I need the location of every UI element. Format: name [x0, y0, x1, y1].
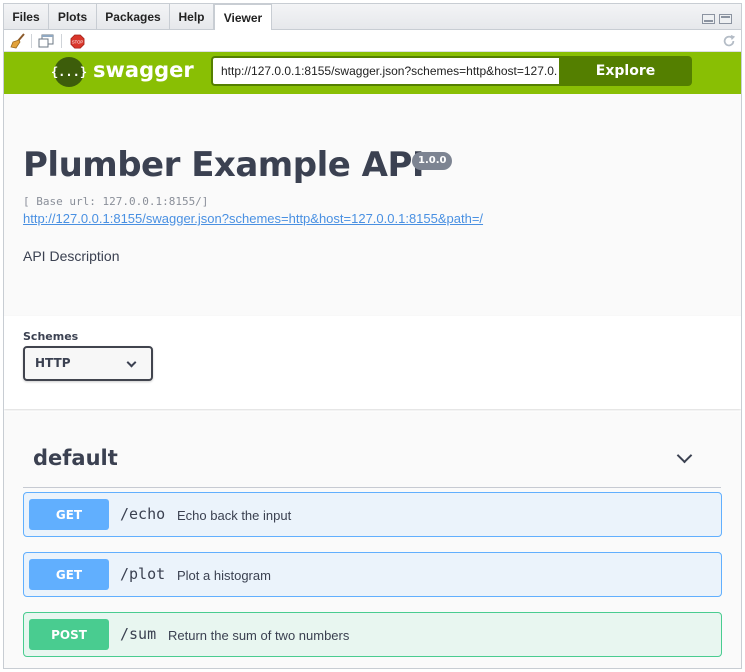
schemes-section: Schemes HTTP [4, 316, 741, 409]
api-info: Plumber Example API 1.0.0 [ Base url: 12… [4, 94, 741, 316]
viewer-toolbar: STOP [4, 30, 741, 52]
schemes-label: Schemes [23, 330, 79, 343]
stop-icon[interactable]: STOP [68, 33, 86, 49]
svg-text:STOP: STOP [71, 39, 83, 44]
api-description: API Description [23, 248, 120, 264]
refresh-icon[interactable] [720, 33, 738, 49]
opblock-get-echo[interactable]: GET /echo Echo back the input [23, 492, 722, 537]
tab-viewer[interactable]: Viewer [214, 4, 272, 31]
method-badge: POST [29, 619, 109, 650]
endpoint-summary: Echo back the input [177, 508, 292, 523]
endpoint-path: /sum [120, 625, 157, 643]
maximize-pane-button[interactable] [719, 14, 732, 24]
tab-plots[interactable]: Plots [49, 4, 97, 30]
spec-link[interactable]: http://127.0.0.1:8155/swagger.json?schem… [23, 211, 483, 226]
swagger-logo-icon: {...} [51, 57, 87, 87]
minimize-pane-button[interactable] [702, 14, 715, 24]
endpoint-summary: Return the sum of two numbers [168, 628, 350, 643]
tab-packages[interactable]: Packages [97, 4, 170, 30]
swagger-topbar: {...} swagger http://127.0.0.1:8155/swag… [4, 52, 741, 94]
base-url: [ Base url: 127.0.0.1:8155/] [23, 195, 209, 208]
pane-tab-bar: Files Plots Packages Help Viewer [4, 4, 741, 31]
tag-divider [23, 487, 721, 488]
chevron-down-icon [126, 357, 137, 368]
viewer-pane: Files Plots Packages Help Viewer STOP {.… [3, 3, 742, 669]
opblock-get-plot[interactable]: GET /plot Plot a histogram [23, 552, 722, 597]
swagger-logo-text: swagger [93, 58, 194, 82]
schemes-selected-value: HTTP [35, 356, 71, 370]
method-badge: GET [29, 499, 109, 530]
endpoint-path: /echo [120, 505, 166, 523]
spec-url-input[interactable]: http://127.0.0.1:8155/swagger.json?schem… [211, 56, 559, 86]
schemes-select[interactable]: HTTP [23, 346, 153, 381]
opblock-post-sum[interactable]: POST /sum Return the sum of two numbers [23, 612, 722, 657]
version-badge: 1.0.0 [412, 152, 453, 170]
endpoint-path: /plot [120, 565, 166, 583]
tab-files[interactable]: Files [4, 4, 49, 30]
tag-title[interactable]: default [33, 446, 118, 470]
explore-button[interactable]: Explore [559, 56, 692, 86]
broom-icon[interactable] [9, 33, 27, 49]
swagger-ui: {...} swagger http://127.0.0.1:8155/swag… [4, 52, 741, 668]
operations-section: default GET /echo Echo back the input GE… [4, 412, 741, 668]
endpoint-summary: Plot a histogram [177, 568, 271, 583]
api-title: Plumber Example API [23, 145, 425, 185]
show-in-new-window-icon[interactable] [37, 33, 55, 49]
chevron-down-icon[interactable] [676, 447, 693, 464]
method-badge: GET [29, 559, 109, 590]
tab-help[interactable]: Help [170, 4, 214, 30]
